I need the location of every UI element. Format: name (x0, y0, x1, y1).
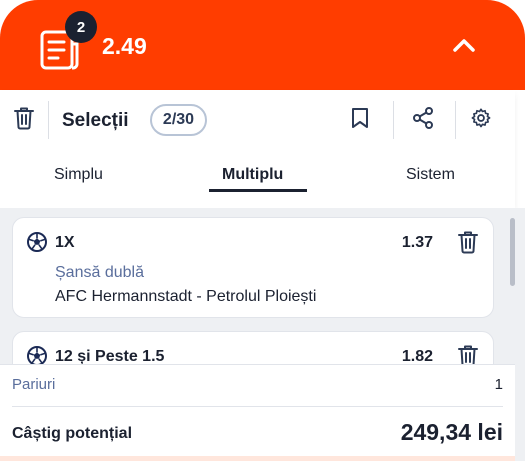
betslip-header[interactable]: 2 2.49 (0, 0, 525, 90)
selection-card[interactable]: 1X 1.37 Șansă dublă AFC Hermannstadt - P… (12, 217, 494, 318)
betslip-summary: Pariuri 1 Câștig potențial 249,34 lei (0, 364, 515, 461)
selection-pick: 1X (55, 234, 75, 251)
selection-event: AFC Hermannstadt - Petrolul Ploiești (55, 288, 317, 305)
active-tab-indicator (209, 189, 307, 192)
selection-market: Șansă dublă (55, 264, 144, 281)
remove-selection-icon[interactable] (457, 230, 479, 254)
toolbar-divider (393, 101, 394, 139)
chevron-up-icon[interactable] (450, 34, 478, 56)
betslip-toolbar: Selecții 2/30 Simplu Multiplu Sistem (0, 90, 515, 208)
tab-sistem[interactable]: Sistem (406, 166, 455, 184)
share-icon[interactable] (412, 106, 434, 130)
selection-count-badge: 2 (65, 11, 97, 43)
trash-icon[interactable] (13, 106, 35, 130)
tab-multiplu[interactable]: Multiplu (222, 166, 283, 184)
selections-count: 2/30 (150, 104, 207, 136)
selections-title: Selecții (62, 110, 129, 131)
summary-divider (12, 406, 503, 407)
football-icon (27, 346, 47, 366)
bottom-strip (0, 456, 515, 461)
selection-odd: 1.37 (401, 234, 433, 251)
potential-win-label: Câștig potențial (12, 425, 133, 442)
football-icon (27, 232, 47, 252)
potential-win-value: 249,34 lei (400, 419, 503, 445)
scrollbar-thumb[interactable] (510, 218, 515, 286)
scrollbar-track[interactable] (515, 208, 525, 461)
toolbar-divider (455, 101, 456, 139)
toolbar-divider (48, 101, 49, 139)
tab-simplu[interactable]: Simplu (54, 166, 103, 184)
gear-icon[interactable] (470, 106, 492, 130)
bets-label: Pariuri (12, 376, 56, 393)
bets-value: 1 (494, 376, 503, 393)
total-odds: 2.49 (102, 33, 147, 59)
bookmark-icon[interactable] (350, 106, 370, 130)
